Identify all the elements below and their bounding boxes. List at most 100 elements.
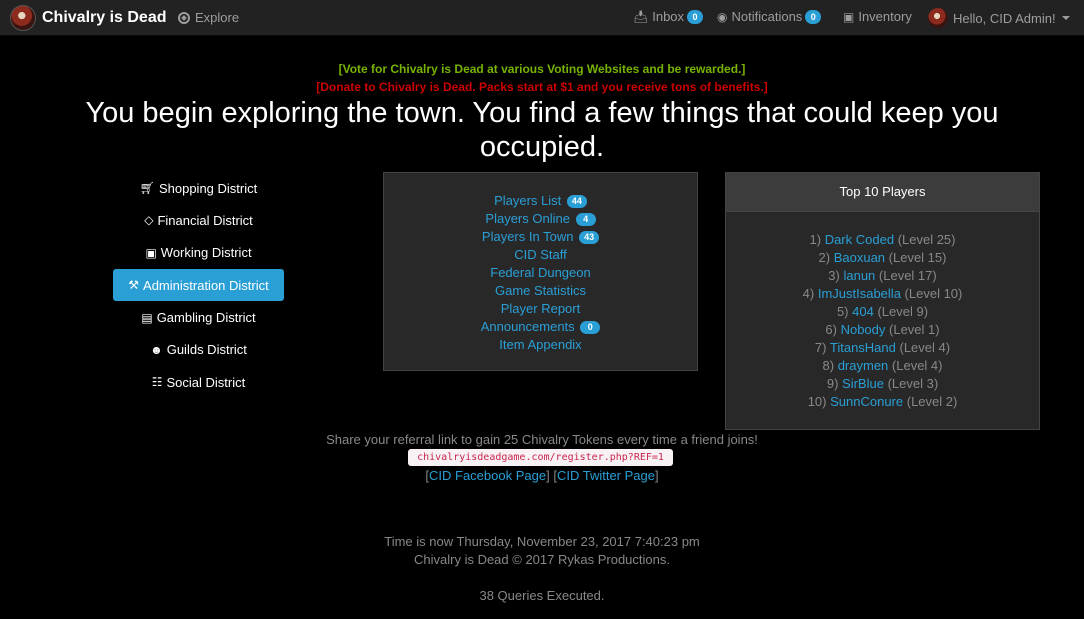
copyright: Chivalry is Dead © 2017 Rykas Production… [414,552,670,567]
users-icon: ☻ [150,342,163,357]
district-working[interactable]: ▣ Working District [113,237,284,269]
cid-staff-link[interactable]: CID Staff [514,247,567,262]
player-rank: 10) [807,394,827,409]
list-item: 7) TitansHand (Level 4) [726,339,1039,357]
district-label: Social District [166,374,246,390]
district-label: Financial District [157,212,253,228]
players-list-badge: 44 [566,195,587,209]
list-item: 9) SirBlue (Level 3) [726,375,1039,393]
list-item: 10) SunnConure (Level 2) [726,393,1039,411]
avatar [928,8,948,28]
nav-notifications[interactable]: ◉ Notifications 0 [717,9,822,24]
page-headline: You begin exploring the town. You find a… [85,97,999,163]
district-label: Administration District [143,277,269,293]
district-financial[interactable]: ◇ Financial District [113,204,284,236]
player-name-link[interactable]: Dark Coded [825,232,894,247]
top-players-heading: Top 10 Players [726,173,1039,212]
list-item: 5) 404 (Level 9) [726,303,1039,321]
user-greeting: Hello, CID Admin! [953,10,1056,26]
player-name-link[interactable]: Nobody [841,322,886,337]
nav-inventory-label: Inventory [858,9,912,24]
game-statistics-link[interactable]: Game Statistics [495,283,586,298]
inbox-badge: 0 [687,9,704,24]
nav-explore-label: Explore [195,10,240,25]
player-level: (Level 10) [904,286,963,301]
players-online-badge: 4 [575,213,596,227]
facebook-page-link[interactable]: CID Facebook Page [429,468,546,483]
list-item: 3) lanun (Level 17) [726,267,1039,285]
list-item: 4) ImJustIsabella (Level 10) [726,285,1039,303]
nav-inventory[interactable]: ▣ Inventory [843,9,912,24]
referral-link-code[interactable]: chivalryisdeadgame.com/register.php?REF=… [408,449,673,466]
list-item: 2) Baoxuan (Level 15) [726,249,1039,267]
district-label: Shopping District [158,180,258,196]
announcements-badge: 0 [580,321,601,335]
twitter-page-link[interactable]: CID Twitter Page [557,468,655,483]
vote-notice-link[interactable]: [Vote for Chivalry is Dead at various Vo… [0,62,1084,76]
referral-text: Share your referral link to gain 25 Chiv… [326,432,758,447]
list-item: 8) draymen (Level 4) [726,357,1039,375]
nav-notifications-label: Notifications [731,9,803,24]
comments-icon: ☷ [151,375,163,390]
player-report-link[interactable]: Player Report [501,301,580,316]
nav-explore[interactable]: Explore [178,10,239,25]
gavel-icon: ⚒ [128,278,140,293]
server-time: Time is now Thursday, November 23, 2017 … [384,534,700,549]
player-name-link[interactable]: 404 [852,304,874,319]
player-level: (Level 25) [897,232,956,247]
district-administration[interactable]: ⚒ Administration District [113,269,284,302]
top-players-panel: Top 10 Players 1) Dark Coded (Level 25) … [725,172,1040,430]
player-name-link[interactable]: TitansHand [830,340,896,355]
player-rank: 5) [836,304,849,319]
district-gambling[interactable]: ▤ Gambling District [113,302,284,334]
player-name-link[interactable]: SunnConure [830,394,903,409]
player-name-link[interactable]: ImJustIsabella [818,286,901,301]
brand-link[interactable]: Chivalry is Dead [10,5,167,31]
district-label: Working District [160,245,252,261]
briefcase-icon: ▣ [145,245,157,260]
money-icon: ▤ [141,310,153,325]
district-shopping[interactable]: 🛒︎ Shopping District [113,172,284,204]
player-rank: 7) [814,340,827,355]
logo-icon [10,5,36,31]
district-guilds[interactable]: ☻ Guilds District [113,334,284,366]
list-item: 1) Dark Coded (Level 25) [726,231,1039,249]
players-in-town-badge: 43 [579,231,600,245]
inbox-icon: 📥︎ [633,9,649,24]
player-rank: 4) [802,286,815,301]
user-menu-dropdown[interactable]: Hello, CID Admin! [928,8,1070,28]
player-name-link[interactable]: lanun [843,268,875,283]
player-level: (Level 3) [887,376,939,391]
player-name-link[interactable]: Baoxuan [834,250,885,265]
player-rank: 8) [822,358,835,373]
item-appendix-link[interactable]: Item Appendix [499,337,581,352]
federal-dungeon-link[interactable]: Federal Dungeon [490,265,590,280]
district-social[interactable]: ☷ Social District [113,366,284,398]
player-level: (Level 4) [899,340,951,355]
announcements-link[interactable]: Announcements [481,319,575,334]
nav-inbox-label: Inbox [652,9,685,24]
player-name-link[interactable]: SirBlue [842,376,884,391]
player-level: (Level 1) [889,322,940,337]
players-in-town-link[interactable]: Players In Town [482,229,574,244]
brand-title: Chivalry is Dead [42,9,167,26]
notifications-badge: 0 [805,9,822,24]
nav-inbox[interactable]: 📥︎ Inbox 0 [633,9,704,24]
queries-executed: 38 Queries Executed. [479,588,605,603]
compass-icon [178,11,190,24]
player-level: (Level 17) [878,268,937,283]
globe-icon: ◉ [717,9,728,24]
player-rank: 9) [826,376,839,391]
cart-icon: 🛒︎ [139,181,155,195]
donate-notice-link[interactable]: [Donate to Chivalry is Dead. Packs start… [0,80,1084,94]
list-item: 6) Nobody (Level 1) [726,321,1039,339]
player-name-link[interactable]: draymen [838,358,889,373]
player-rank: 1) [809,232,822,247]
diamond-icon: ◇ [144,213,154,228]
caret-down-icon [1061,16,1070,20]
players-online-link[interactable]: Players Online [485,211,570,226]
district-label: Gambling District [156,310,256,326]
players-list-link[interactable]: Players List [494,193,561,208]
briefcase-icon: ▣ [843,9,855,24]
player-level: (Level 15) [888,250,947,265]
